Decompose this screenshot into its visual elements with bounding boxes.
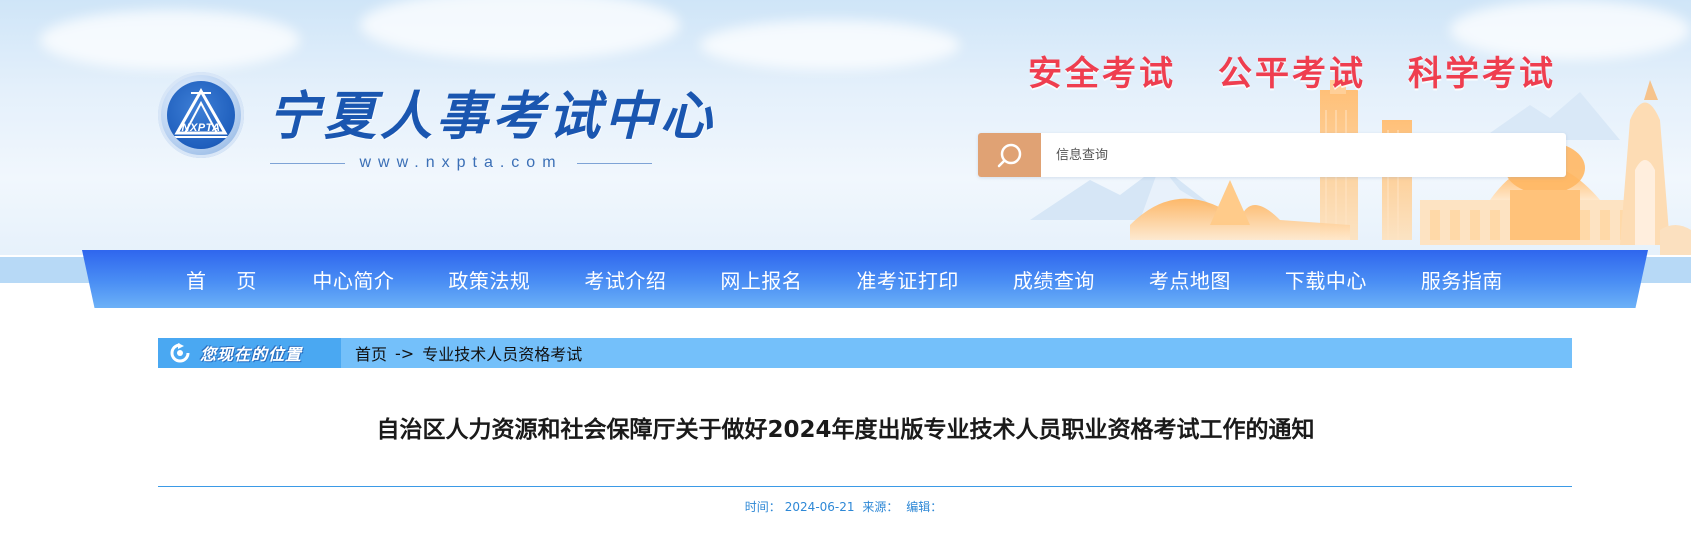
nav-item-downloads[interactable]: 下载中心 [1285, 265, 1367, 294]
breadcrumb-badge: 您现在的位置 [158, 338, 341, 368]
source-label: 来源： [862, 500, 899, 514]
logo-abbr: NXPTA [181, 122, 221, 134]
editor-label: 编辑： [906, 500, 943, 514]
nav-item-about[interactable]: 中心简介 [312, 265, 394, 294]
nav-item-home[interactable]: 首 页 [186, 265, 268, 294]
breadcrumb-current-link[interactable]: 专业技术人员资格考试 [422, 341, 582, 365]
breadcrumb-separator: -> [395, 343, 415, 363]
cloud-decoration [700, 20, 960, 70]
slogan-science: 科学考试 [1408, 54, 1556, 94]
url-divider-left [270, 162, 346, 164]
publish-date: 2024-06-21 [784, 500, 855, 514]
slogan-group: 安全考试 公平考试 科学考试 [1028, 46, 1556, 95]
nav-item-exam-map[interactable]: 考点地图 [1149, 265, 1231, 294]
logo-emblem: NXPTA [167, 81, 235, 149]
title-divider [158, 486, 1572, 487]
cloud-decoration [40, 10, 300, 70]
search-box [978, 133, 1566, 177]
breadcrumb: 您现在的位置 首页 -> 专业技术人员资格考试 [158, 338, 1572, 368]
article-meta: 时间： 2024-06-21 来源： 编辑： [0, 498, 1691, 515]
nav-item-service-guide[interactable]: 服务指南 [1421, 265, 1503, 294]
nav-item-score-query[interactable]: 成绩查询 [1013, 265, 1095, 294]
site-title[interactable]: 宁夏人事考试中心 [268, 74, 716, 149]
cloud-decoration [360, 0, 680, 60]
mountain-logo-icon [173, 87, 229, 138]
site-logo[interactable]: NXPTA [158, 72, 244, 158]
breadcrumb-home-link[interactable]: 首页 [355, 341, 387, 365]
nav-item-exam-intro[interactable]: 考试介绍 [584, 265, 666, 294]
slogan-safe: 安全考试 [1028, 54, 1176, 94]
main-nav: 首 页 中心简介 政策法规 考试介绍 网上报名 准考证打印 成绩查询 考点地图 … [82, 250, 1648, 308]
time-label: 时间： [744, 500, 781, 514]
header-banner: NXPTA 宁夏人事考试中心 www.nxpta.com 安全考试 公平考试 科… [0, 0, 1691, 255]
site-url: www.nxpta.com [270, 154, 653, 172]
nav-item-policy[interactable]: 政策法规 [448, 265, 530, 294]
location-arrow-icon [170, 343, 190, 363]
nav-item-registration[interactable]: 网上报名 [720, 265, 802, 294]
breadcrumb-path: 首页 -> 专业技术人员资格考试 [341, 341, 582, 365]
nav-item-admission-ticket[interactable]: 准考证打印 [856, 265, 959, 294]
site-url-text: www.nxpta.com [359, 154, 563, 171]
breadcrumb-label: 您现在的位置 [200, 345, 303, 364]
search-input[interactable] [978, 133, 1566, 177]
slogan-fair: 公平考试 [1218, 54, 1366, 94]
article-title: 自治区人力资源和社会保障厅关于做好2024年度出版专业技术人员职业资格考试工作的… [376, 417, 1315, 443]
url-divider-right [576, 162, 653, 164]
